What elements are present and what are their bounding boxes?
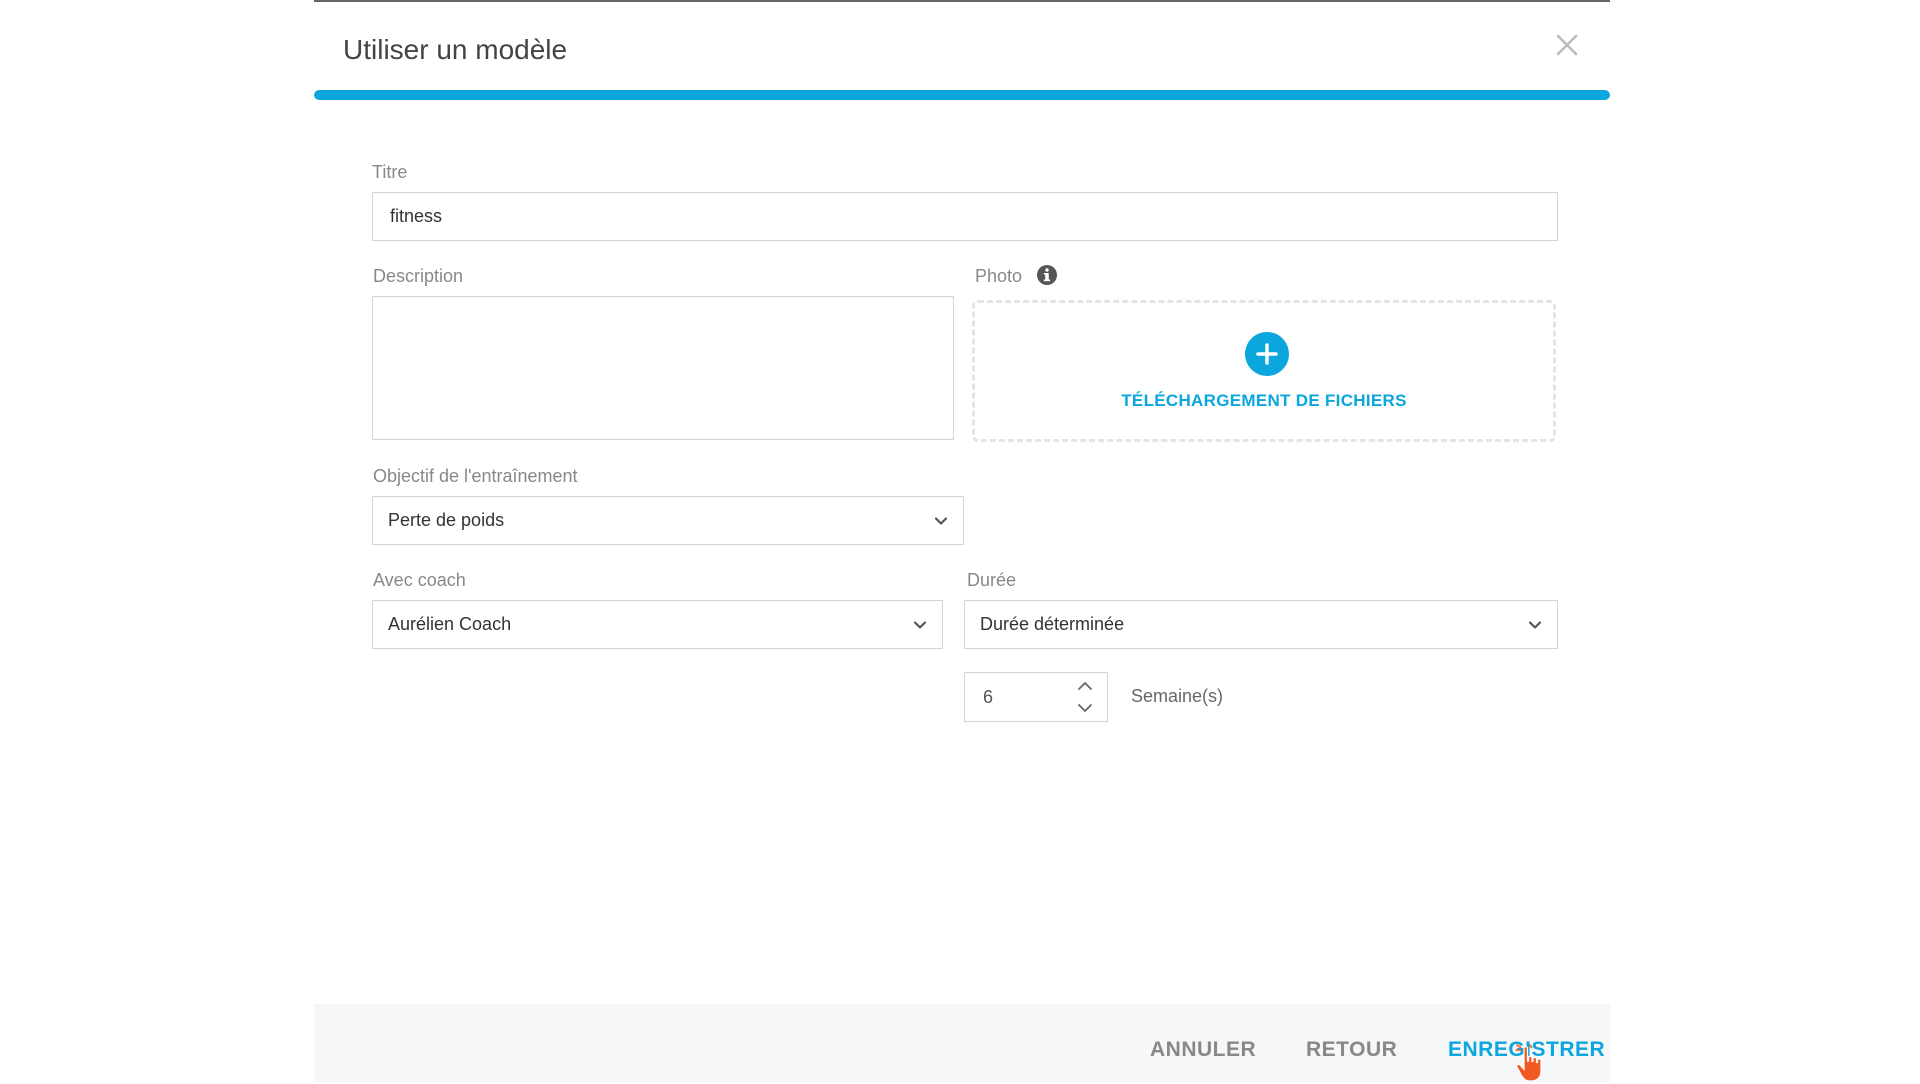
chevron-down-icon: [934, 516, 948, 525]
coach-label: Avec coach: [373, 570, 466, 590]
coach-value: Aurélien Coach: [388, 614, 512, 634]
modal-footer: ANNULER RETOUR ENREGISTRER: [314, 1004, 1610, 1082]
photo-label: Photo: [975, 266, 1023, 286]
weeks-value: 6: [983, 686, 994, 707]
progress-bar: [314, 90, 1610, 100]
objective-select[interactable]: Perte de poids: [372, 496, 964, 545]
duration-select[interactable]: Durée déterminée: [964, 600, 1558, 649]
progress-fill: [314, 90, 1610, 100]
weeks-unit-label: Semaine(s): [1131, 686, 1224, 706]
description-textarea[interactable]: [372, 296, 954, 440]
upload-label: TÉLÉCHARGEMENT DE FICHIERS: [1121, 391, 1407, 410]
title-input-value: fitness: [390, 206, 443, 226]
modal-title: Utiliser un modèle: [343, 34, 568, 65]
chevron-down-icon[interactable]: [1075, 699, 1095, 717]
description-label: Description: [373, 266, 464, 286]
hand-pointer-icon: [1515, 1044, 1542, 1082]
duration-value: Durée déterminée: [980, 614, 1125, 634]
chevron-down-icon: [913, 620, 927, 629]
cancel-button[interactable]: ANNULER: [1150, 1038, 1256, 1062]
objective-value: Perte de poids: [388, 510, 505, 530]
modal-header: Utiliser un modèle: [314, 2, 1610, 92]
close-button[interactable]: [1550, 28, 1584, 62]
title-label: Titre: [372, 162, 408, 182]
coach-select[interactable]: Aurélien Coach: [372, 600, 943, 649]
photo-upload-zone[interactable]: TÉLÉCHARGEMENT DE FICHIERS: [972, 300, 1556, 442]
objective-label: Objectif de l'entraînement: [373, 466, 578, 486]
template-modal: Utiliser un modèle Titre fitness Descrip…: [314, 0, 1610, 1082]
title-input[interactable]: fitness: [372, 192, 1558, 241]
plus-circle-icon: [1245, 332, 1289, 376]
chevron-up-icon[interactable]: [1075, 677, 1095, 695]
info-icon[interactable]: [1036, 264, 1058, 286]
back-button[interactable]: RETOUR: [1306, 1038, 1397, 1062]
chevron-down-icon: [1528, 620, 1542, 629]
close-icon: [1556, 34, 1578, 56]
duration-label: Durée: [967, 570, 1017, 590]
weeks-stepper[interactable]: 6: [964, 672, 1108, 722]
